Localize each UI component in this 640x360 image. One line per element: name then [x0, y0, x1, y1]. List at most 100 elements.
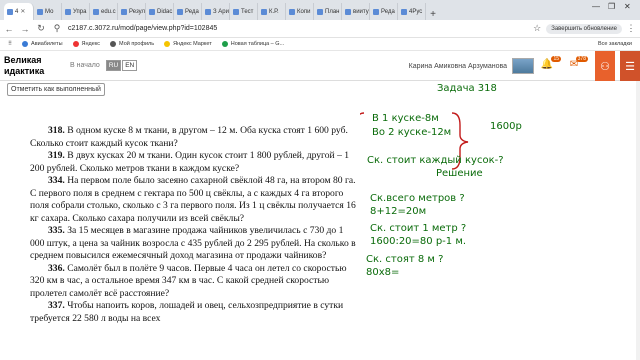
- browser-tab[interactable]: Реда: [370, 3, 398, 20]
- tab-label: К.Р.: [269, 8, 279, 15]
- user-avatar[interactable]: [512, 58, 534, 74]
- reload-icon[interactable]: ↻: [36, 23, 46, 34]
- bookmark-item[interactable]: Яндекс Маркет: [164, 41, 212, 47]
- browser-tab[interactable]: К.Р.: [258, 3, 286, 20]
- tab-favicon-icon: [317, 8, 323, 15]
- tab-favicon-icon: [373, 8, 379, 15]
- board-step1-answer: 8+12=20м: [370, 206, 427, 217]
- site-info-icon[interactable]: ⚲: [52, 23, 62, 34]
- board-step2-question: Ск. стоит 1 метр ?: [370, 223, 467, 234]
- bookmark-label: Новая таблица – G...: [230, 41, 285, 47]
- language-switch: RU EN: [105, 60, 138, 71]
- tab-label: Упра: [73, 8, 87, 15]
- textbook-problems: 318. В одном куске 8 м ткани, в другом –…: [30, 125, 360, 325]
- browser-tab[interactable]: 4 ✕: [4, 3, 34, 20]
- board-step3-question: Ск. стоят 8 м ?: [366, 254, 444, 265]
- board-step2-answer: 1600:20=80 р-1 м.: [370, 236, 467, 247]
- tab-label: Мо: [45, 8, 54, 15]
- board-question: Ск. стоит каждый кусок-?: [367, 155, 504, 166]
- tab-favicon-icon: [289, 8, 295, 15]
- tab-label: Резул: [129, 8, 145, 15]
- tab-label: З Ари: [213, 8, 229, 15]
- browser-tab[interactable]: 4Рус: [398, 3, 426, 20]
- bookmark-item[interactable]: Яндекс: [72, 41, 101, 47]
- tab-favicon-icon: [205, 8, 211, 15]
- site-logo[interactable]: Великая идактика: [0, 51, 64, 81]
- tab-label: Didac: [157, 8, 173, 15]
- problem-number: 319.: [48, 150, 65, 161]
- bookmark-label: Авиабилеты: [31, 41, 63, 47]
- maximize-icon[interactable]: ❐: [608, 2, 615, 11]
- tab-favicon-icon: [345, 8, 351, 15]
- browser-tab[interactable]: Didac: [146, 3, 174, 20]
- minimize-icon[interactable]: —: [592, 2, 600, 11]
- browser-tab[interactable]: План: [314, 3, 342, 20]
- browser-tab[interactable]: Мо: [34, 3, 62, 20]
- notifications-badge: 15: [551, 56, 561, 62]
- tab-favicon-icon: [93, 8, 99, 15]
- board-step1-question: Ск.всего метров ?: [370, 193, 465, 204]
- apps-icon[interactable]: ⠿: [8, 41, 12, 47]
- problem-text: За 15 месяцев в магазине продажа чайнико…: [30, 225, 356, 261]
- new-tab-button[interactable]: +: [426, 9, 440, 20]
- browser-tab[interactable]: Тест: [230, 3, 258, 20]
- messages-icon[interactable]: ✉ 378: [566, 56, 588, 73]
- messages-badge: 378: [575, 56, 588, 62]
- tab-label: План: [325, 8, 340, 15]
- browser-tab[interactable]: Реда: [174, 3, 202, 20]
- bookmark-item[interactable]: Мой профиль: [110, 41, 154, 47]
- problem-paragraph: 318. В одном куске 8 м ткани, в другом –…: [30, 125, 360, 150]
- browser-tab[interactable]: З Ари: [202, 3, 230, 20]
- problem-paragraph: 334. На первом поле было засеяно сахарно…: [30, 175, 360, 225]
- problem-text: В двух кусках 20 м ткани. Один кусок сто…: [30, 150, 350, 174]
- page-scrollbar[interactable]: [636, 81, 640, 360]
- problem-number: 334.: [48, 175, 65, 186]
- main-menu-button[interactable]: ☰: [620, 51, 640, 81]
- back-icon[interactable]: ←: [4, 24, 14, 34]
- mark-done-button[interactable]: Отметить как выполненный: [7, 83, 105, 96]
- problem-text: Чтобы напоить коров, лошадей и овец, сел…: [30, 300, 344, 324]
- menu-dots-icon[interactable]: ⋮: [626, 23, 636, 34]
- browser-tab[interactable]: вииту: [342, 3, 370, 20]
- problem-number: 318.: [48, 125, 65, 136]
- browser-tab[interactable]: edu.c: [90, 3, 118, 20]
- tab-close-icon[interactable]: ✕: [20, 8, 25, 15]
- profile-menu-button[interactable]: ⚇: [595, 51, 615, 81]
- all-bookmarks-button[interactable]: Все закладки: [598, 41, 632, 47]
- board-total: 1600р: [490, 121, 522, 132]
- lang-en[interactable]: EN: [122, 60, 138, 71]
- tab-favicon-icon: [177, 8, 183, 15]
- bookmark-label: Мой профиль: [119, 41, 155, 47]
- problem-number: 336.: [48, 262, 65, 274]
- notifications-icon[interactable]: 🔔 15: [539, 56, 561, 73]
- bookmarks-bar: ⠿ Авиабилеты Яндекс Мой профиль Яндекс Марке…: [0, 38, 640, 51]
- address-bar-row: ← → ↻ ⚲ c2187.c.3072.ru/mod/page/view.ph…: [0, 20, 640, 38]
- url-field[interactable]: c2187.c.3072.ru/mod/page/view.php?id=102…: [68, 25, 488, 32]
- finish-update-button[interactable]: Завершить обновление: [546, 23, 622, 34]
- bookmark-icon: [221, 41, 228, 47]
- tab-label: Тест: [241, 8, 254, 15]
- bookmark-item[interactable]: Новая таблица – G...: [221, 41, 285, 47]
- tab-favicon-icon: [65, 8, 71, 15]
- tab-favicon-icon: [37, 8, 43, 15]
- problem-number: 337.: [48, 300, 65, 311]
- user-name[interactable]: Карина Амиковна Арзуманова: [409, 63, 507, 70]
- site-header: Великая идактика В начало RU EN Карина А…: [0, 51, 640, 81]
- forward-icon[interactable]: →: [20, 24, 30, 34]
- home-link[interactable]: В начало: [70, 62, 100, 69]
- browser-tab[interactable]: Резул: [118, 3, 146, 20]
- tab-label: Реда: [381, 8, 395, 15]
- browser-tab[interactable]: Упра: [62, 3, 90, 20]
- browser-tab[interactable]: Копи: [286, 3, 314, 20]
- lang-ru[interactable]: RU: [105, 60, 122, 71]
- tab-favicon-icon: [401, 8, 407, 15]
- tab-favicon-icon: [261, 8, 267, 15]
- tab-label: вииту: [353, 8, 369, 15]
- bookmark-label: Яндекс: [81, 41, 101, 47]
- bookmark-item[interactable]: Авиабилеты: [22, 41, 63, 47]
- board-step3-answer: 80х8=: [366, 267, 400, 278]
- close-window-icon[interactable]: ✕: [624, 2, 631, 11]
- star-icon[interactable]: ☆: [532, 23, 542, 34]
- problem-paragraph: 337. Чтобы напоить коров, лошадей и овец…: [30, 300, 360, 325]
- problem-text: Самолёт был в полёте 9 часов. Первые 4 ч…: [30, 262, 347, 299]
